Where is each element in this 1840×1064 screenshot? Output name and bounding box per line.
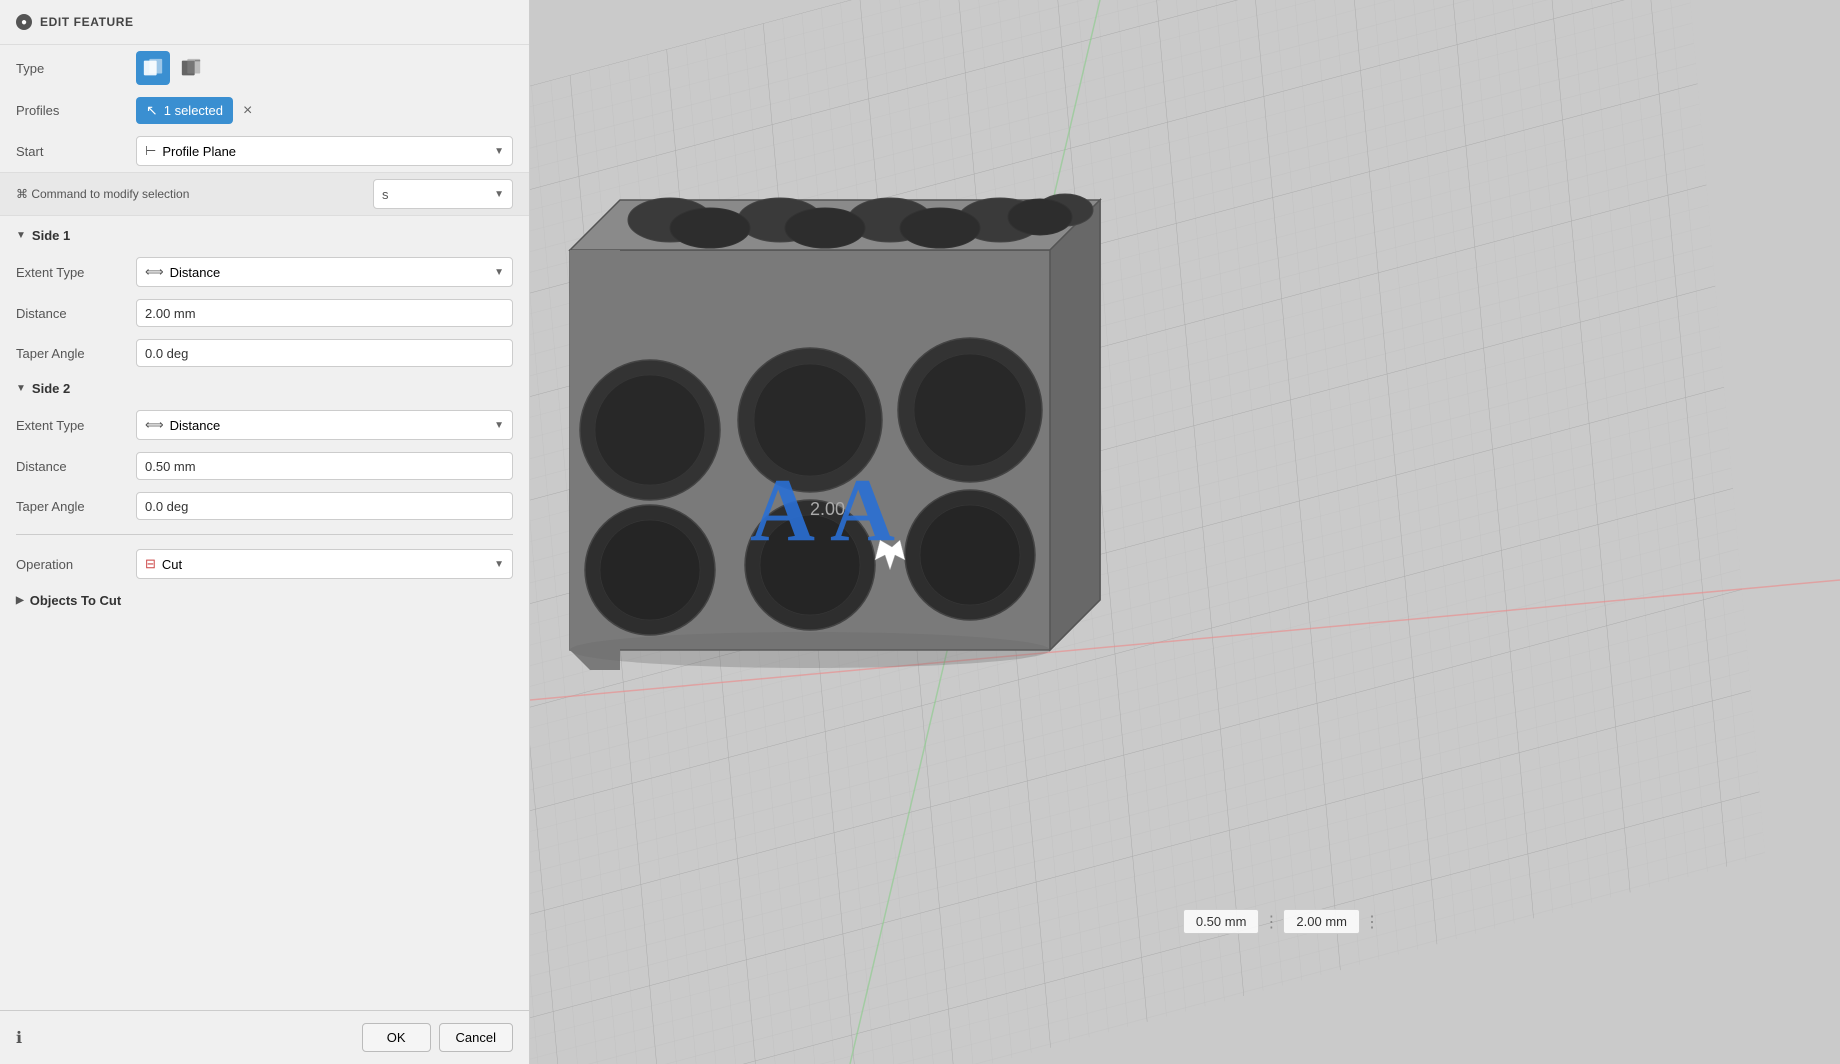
type-label: Type: [16, 61, 136, 76]
side2-distance-input[interactable]: [136, 452, 513, 480]
side1-triangle: ▼: [16, 230, 26, 241]
side1-distance-row: Distance: [0, 293, 529, 333]
profiles-count: 1 selected: [164, 103, 223, 118]
dim-right-label: 2.00 mm: [1283, 909, 1360, 934]
panel-footer: ℹ OK Cancel: [0, 1010, 529, 1064]
svg-text:2.00: 2.00: [810, 499, 845, 519]
side2-extent-value: Distance: [170, 418, 221, 433]
panel-body: Type Profiles: [0, 45, 529, 1010]
side1-distance-control: [136, 299, 513, 327]
ok-button[interactable]: OK: [362, 1023, 431, 1052]
operation-dropdown[interactable]: ⊟ Cut ▼: [136, 549, 513, 579]
operation-icon: ⊟: [145, 556, 156, 572]
side2-distance-label: Distance: [16, 459, 136, 474]
side2-extent-row: Extent Type ⟺ Distance ▼: [0, 404, 529, 446]
type-icons: [136, 51, 513, 85]
operation-value: Cut: [162, 557, 182, 572]
side2-taper-input[interactable]: [136, 492, 513, 520]
edit-feature-panel: ● EDIT FEATURE Type: [0, 0, 530, 1064]
start-control: ⊢ Profile Plane ▼: [136, 136, 513, 166]
header-icon: ●: [16, 14, 32, 30]
profiles-row: Profiles ↖ 1 selected ×: [0, 91, 529, 130]
side1-distance-label: Distance: [16, 306, 136, 321]
end-dropdown-value: s: [382, 187, 389, 202]
side2-taper-row: Taper Angle: [0, 486, 529, 526]
side1-distance-input[interactable]: [136, 299, 513, 327]
side1-extent-control: ⟺ Distance ▼: [136, 257, 513, 287]
side2-title: Side 2: [32, 381, 70, 396]
side2-extent-icon: ⟺: [145, 417, 164, 433]
dimension-labels: 0.50 mm ⋮ 2.00 mm ⋮: [1183, 909, 1380, 934]
objects-to-cut-title: Objects To Cut: [30, 593, 121, 608]
dim-more[interactable]: ⋮: [1364, 912, 1380, 932]
start-dropdown-icon: ⊢: [145, 143, 156, 159]
command-hint-text: ⌘ Command to modify selection: [16, 187, 189, 201]
operation-control: ⊟ Cut ▼: [136, 549, 513, 579]
start-row: Start ⊢ Profile Plane ▼: [0, 130, 529, 172]
separator-1: [16, 534, 513, 535]
side2-distance-control: [136, 452, 513, 480]
start-dropdown[interactable]: ⊢ Profile Plane ▼: [136, 136, 513, 166]
side2-extent-control: ⟺ Distance ▼: [136, 410, 513, 440]
side2-taper-control: [136, 492, 513, 520]
3d-model: A A 2.00: [520, 50, 1240, 690]
profiles-selected-button[interactable]: ↖ 1 selected: [136, 97, 233, 124]
side2-extent-label: Extent Type: [16, 418, 136, 433]
dim-left-label: 0.50 mm: [1183, 909, 1260, 934]
info-icon[interactable]: ℹ: [16, 1028, 22, 1048]
side1-taper-control: [136, 339, 513, 367]
side2-triangle: ▼: [16, 383, 26, 394]
side2-extent-arrow: ▼: [494, 420, 504, 431]
start-dropdown-value: Profile Plane: [162, 144, 236, 159]
side1-taper-label: Taper Angle: [16, 346, 136, 361]
side1-header[interactable]: ▼ Side 1: [0, 220, 529, 251]
side1-extent-row: Extent Type ⟺ Distance ▼: [0, 251, 529, 293]
operation-label: Operation: [16, 557, 136, 572]
side1-title: Side 1: [32, 228, 70, 243]
cancel-button[interactable]: Cancel: [439, 1023, 513, 1052]
type-icon-btn-2[interactable]: [174, 51, 208, 85]
profiles-clear-button[interactable]: ×: [239, 102, 256, 120]
operation-dropdown-arrow: ▼: [494, 559, 504, 570]
panel-header: ● EDIT FEATURE: [0, 0, 529, 45]
side2-header[interactable]: ▼ Side 2: [0, 373, 529, 404]
side1-extent-value: Distance: [170, 265, 221, 280]
start-label: Start: [16, 144, 136, 159]
side2-distance-row: Distance: [0, 446, 529, 486]
dim-separator: ⋮: [1263, 912, 1279, 932]
side2-taper-label: Taper Angle: [16, 499, 136, 514]
type-row: Type: [0, 45, 529, 91]
operation-row: Operation ⊟ Cut ▼: [0, 543, 529, 585]
command-hint-bar: ⌘ Command to modify selection s ▼: [0, 172, 529, 216]
side1-extent-dropdown[interactable]: ⟺ Distance ▼: [136, 257, 513, 287]
side2-extent-dropdown[interactable]: ⟺ Distance ▼: [136, 410, 513, 440]
end-dropdown-arrow: ▼: [494, 189, 504, 200]
side1-taper-input[interactable]: [136, 339, 513, 367]
cursor-icon: ↖: [146, 102, 158, 119]
end-dropdown[interactable]: s ▼: [373, 179, 513, 209]
svg-text:A: A: [750, 461, 815, 560]
side1-extent-icon: ⟺: [145, 264, 164, 280]
panel-title: EDIT FEATURE: [40, 15, 134, 29]
side1-taper-row: Taper Angle: [0, 333, 529, 373]
side1-extent-label: Extent Type: [16, 265, 136, 280]
type-icon-btn-1[interactable]: [136, 51, 170, 85]
objects-to-cut-triangle: ▶: [16, 595, 24, 606]
objects-to-cut-header[interactable]: ▶ Objects To Cut: [0, 585, 529, 616]
profiles-label: Profiles: [16, 103, 136, 118]
profiles-control: ↖ 1 selected ×: [136, 97, 513, 124]
start-dropdown-arrow: ▼: [494, 146, 504, 157]
side1-extent-arrow: ▼: [494, 267, 504, 278]
